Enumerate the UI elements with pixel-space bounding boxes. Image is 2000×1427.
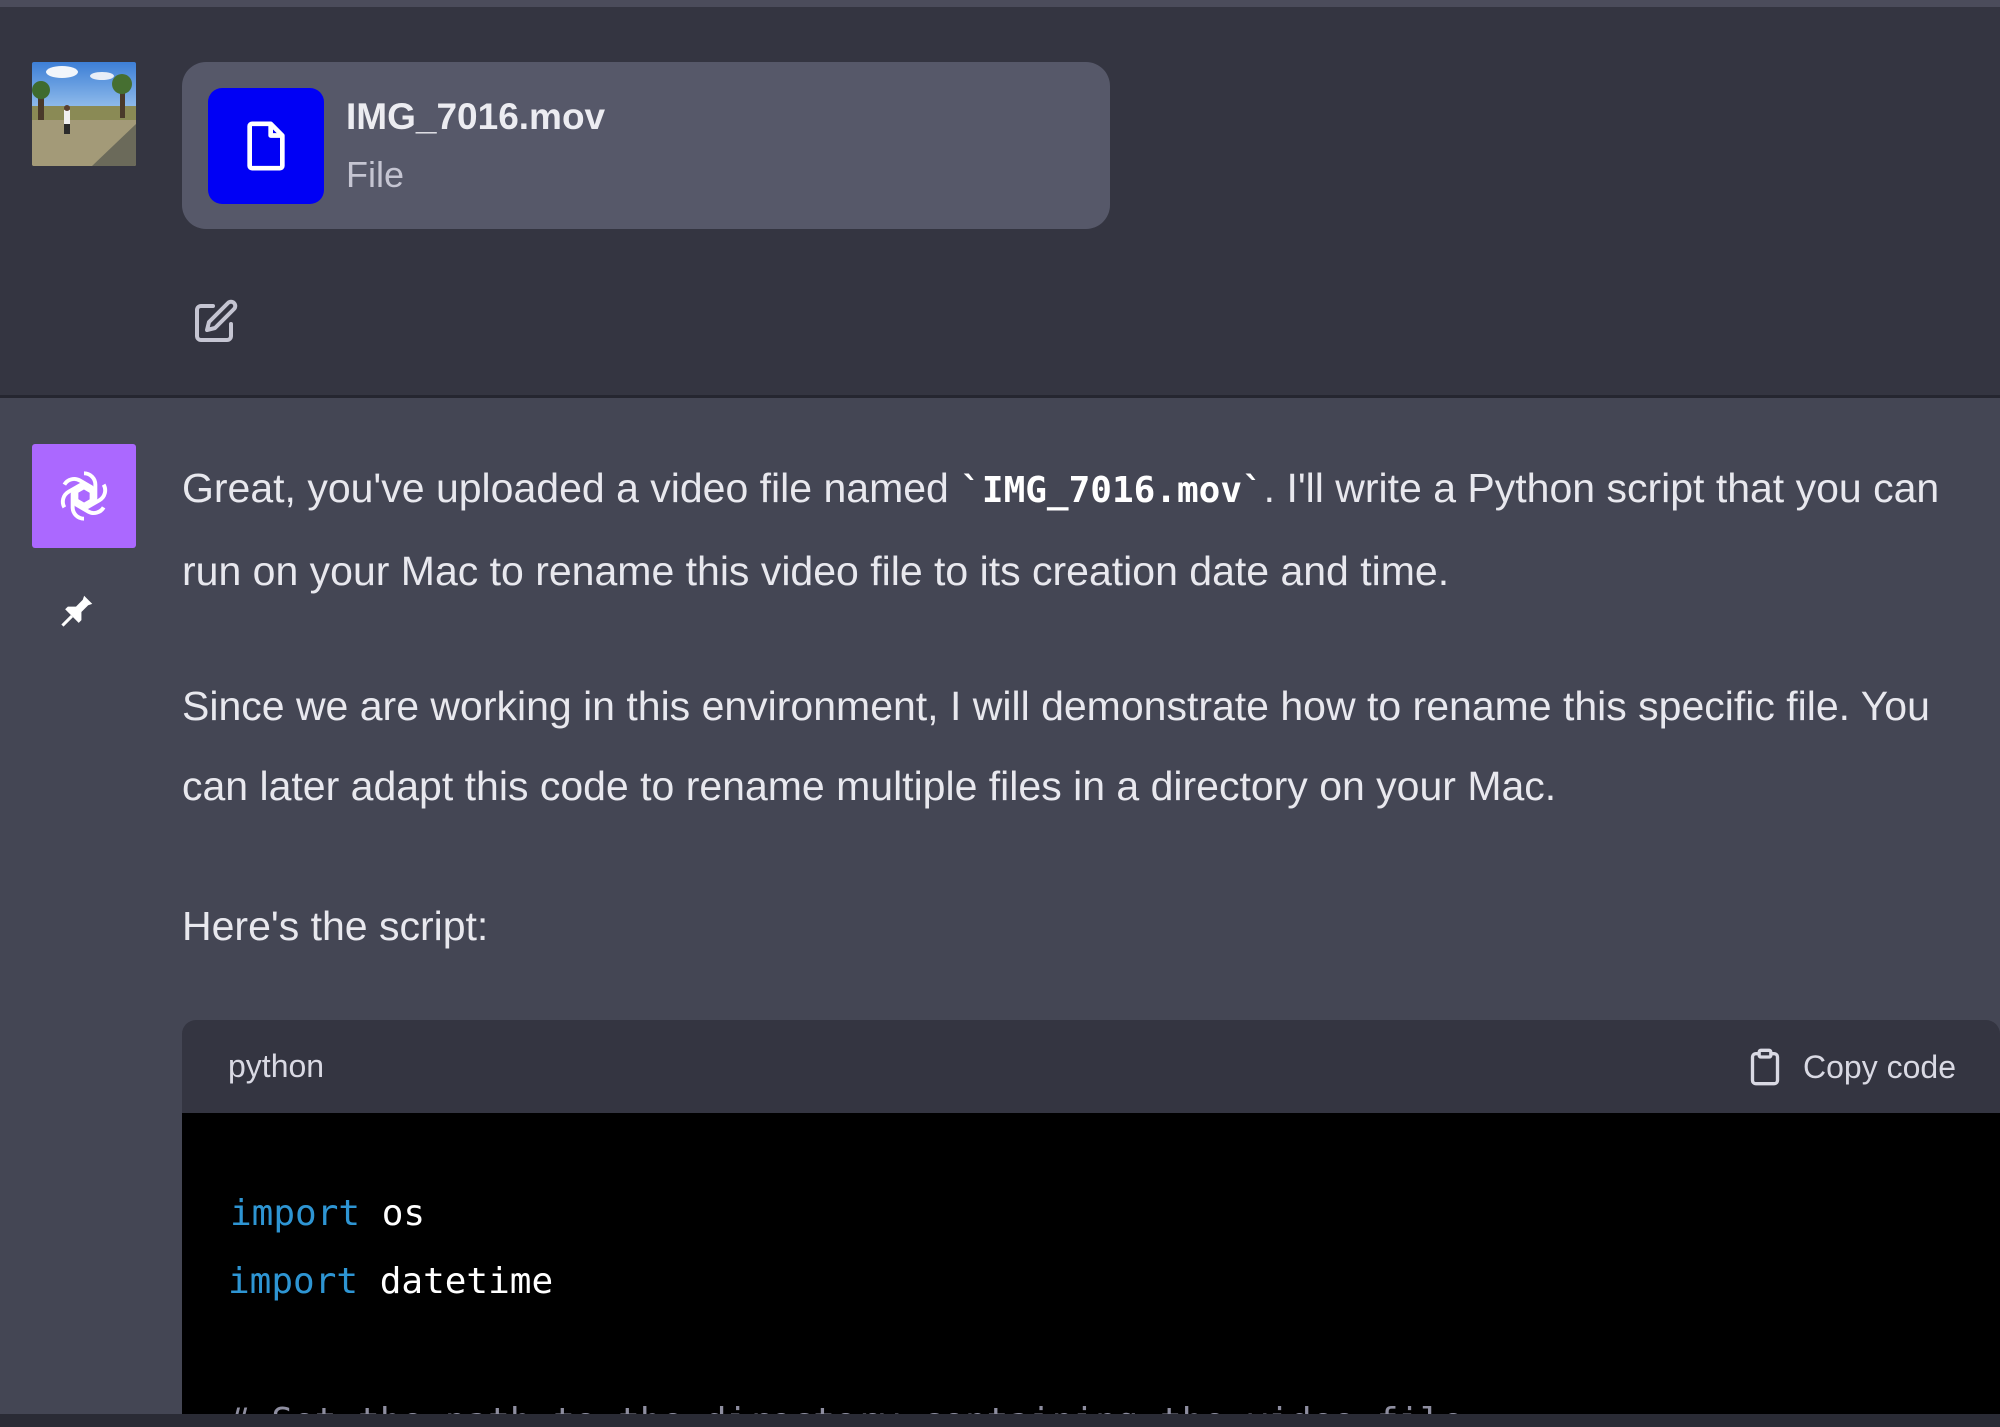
user-avatar	[32, 62, 136, 166]
pin-icon	[61, 595, 93, 627]
assistant-paragraph-2: Since we are working in this environment…	[182, 683, 1930, 809]
code-keyword: import	[228, 1261, 359, 1302]
code-text: datetime	[358, 1261, 554, 1302]
clipboard-icon	[1750, 1048, 1780, 1086]
copy-code-button[interactable]: Copy code	[1745, 1042, 1956, 1092]
document-icon	[247, 121, 285, 171]
code-line: import datetime	[228, 1261, 553, 1302]
file-icon-container	[208, 88, 324, 204]
bottom-border	[0, 1414, 2000, 1427]
edit-icon	[195, 299, 238, 342]
code-text: os	[360, 1193, 426, 1234]
code-line: # Set the path to the directory containi…	[228, 1401, 1463, 1414]
file-type: File	[346, 154, 405, 195]
assistant-avatar	[32, 444, 136, 548]
code-block: python Copy code import os import dateti…	[182, 1020, 2000, 1414]
assistant-paragraph-3: Here's the script:	[182, 903, 489, 949]
user-message: IMG_7016.mov File	[0, 7, 2000, 395]
code-line: import os	[230, 1193, 425, 1234]
code-body: import os import datetime # Set the path…	[182, 1113, 2000, 1414]
file-attachment[interactable]: IMG_7016.mov File	[182, 62, 1110, 229]
code-comment: # Set the path to the directory containi…	[228, 1401, 1463, 1414]
code-language-label: python	[228, 1048, 325, 1084]
user-photo	[32, 62, 136, 166]
openai-logo-icon	[60, 471, 108, 521]
copy-code-label: Copy code	[1803, 1048, 1956, 1085]
edit-message-button[interactable]	[188, 295, 242, 349]
code-block-header: python Copy code	[182, 1020, 2000, 1113]
inline-code-filename: `IMG_7016.mov`	[960, 470, 1264, 511]
top-border	[0, 0, 2000, 7]
p1-text-before: Great, you've uploaded a video file name…	[182, 465, 961, 511]
pin-button[interactable]	[48, 584, 104, 640]
file-name: IMG_7016.mov	[346, 96, 606, 137]
code-keyword: import	[230, 1193, 361, 1234]
assistant-paragraph-1: Great, you've uploaded a video file name…	[182, 448, 1982, 611]
